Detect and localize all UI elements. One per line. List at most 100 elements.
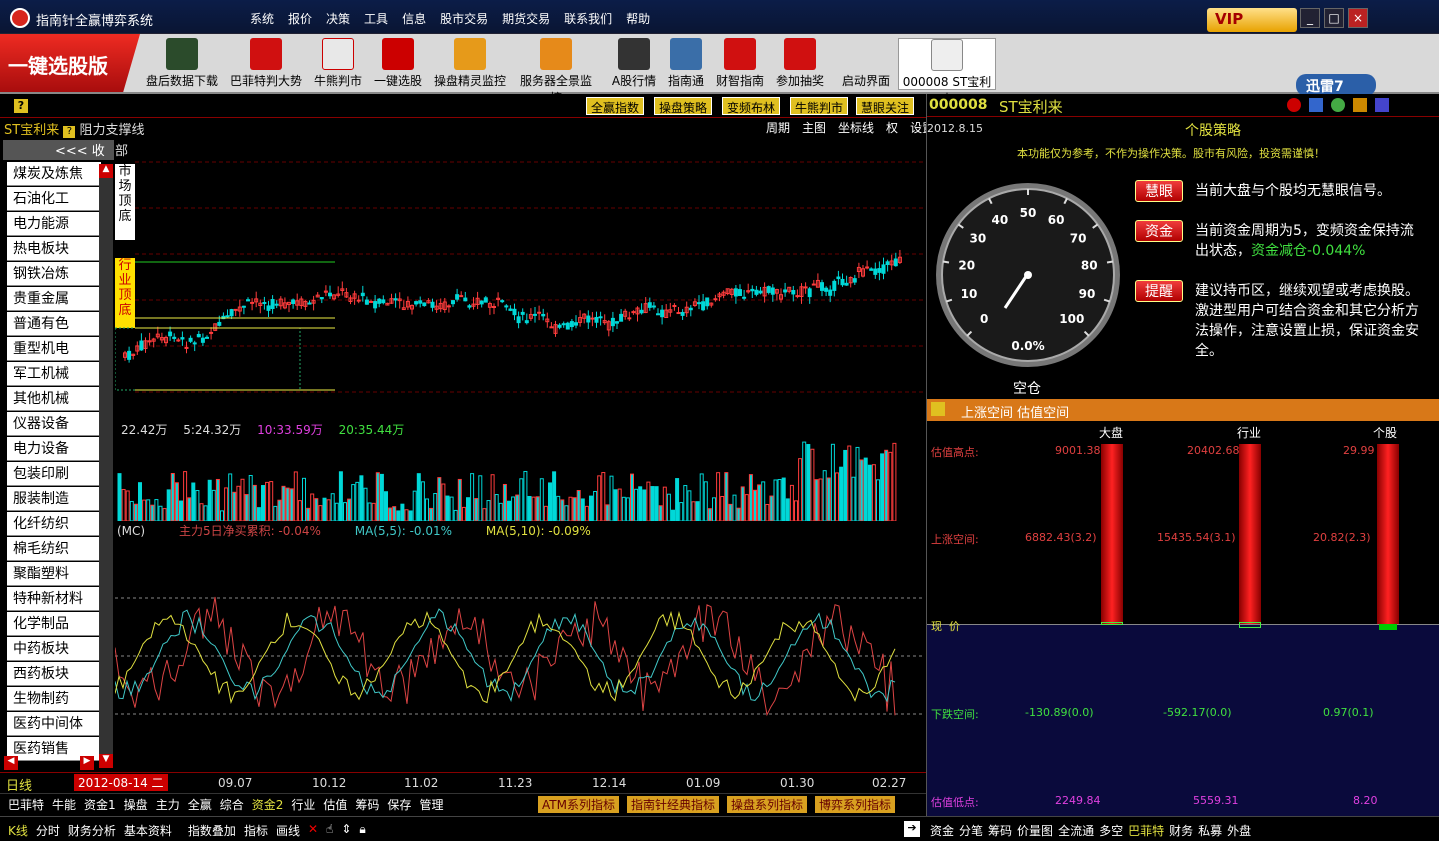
industry-item[interactable]: 服装制造 [7,487,101,511]
onekey-select-banner[interactable]: 一键选股版 [0,34,140,92]
scroll-up-icon[interactable]: ▲ [99,164,113,178]
tab-chips[interactable]: 筹码 [355,796,379,813]
industry-item[interactable]: 生物制药 [7,687,101,711]
industry-item[interactable]: 棉毛纺织 [7,537,101,561]
menu-help[interactable]: 帮助 [626,10,650,27]
trade-series-button[interactable]: 操盘系列指标 [726,796,807,813]
minimize-icon[interactable]: _ [1300,8,1320,28]
tab-bull[interactable]: 牛能 [52,796,76,813]
startup-tool[interactable]: 启动界面 [826,38,906,90]
industry-item[interactable]: 化纤纺织 [7,512,101,536]
tab-trade[interactable]: 操盘 [124,796,148,813]
industry-item[interactable]: 特种新材料 [7,587,101,611]
close-icon[interactable]: × [1348,8,1368,28]
play-icon[interactable] [1287,98,1301,112]
server-monitor-tool[interactable]: 服务器全景监控 [516,38,596,105]
industry-item[interactable]: 化学制品 [7,612,101,636]
menu-futures-trade[interactable]: 期货交易 [502,10,550,27]
capital-button[interactable]: 资金 [1135,220,1183,242]
vip-badge[interactable]: VIP [1207,8,1297,32]
status-longshort[interactable]: 多空 [1099,822,1123,839]
tab-overall[interactable]: 综合 [220,796,244,813]
status-float[interactable]: 全流通 [1058,822,1094,839]
menu-decision[interactable]: 决策 [326,10,350,27]
help-icon[interactable]: ? [14,99,28,113]
status-private[interactable]: 私募 [1198,822,1222,839]
status-capital[interactable]: 资金 [930,822,954,839]
menu-info[interactable]: 信息 [402,10,426,27]
collapse-button[interactable]: <<< 收起 [3,140,114,178]
industry-item[interactable]: 中药板块 [7,637,101,661]
status-chips[interactable]: 筹码 [988,822,1012,839]
reminder-button[interactable]: 提醒 [1135,280,1183,302]
scroll-down-icon[interactable]: ▼ [99,754,113,768]
trade-monitor-tool[interactable]: 操盘精灵监控 [430,38,510,90]
menu-tools[interactable]: 工具 [364,10,388,27]
strategy-btn-focus[interactable]: 慧眼关注 [856,97,915,115]
axis-control[interactable]: 坐标线 [838,119,874,136]
status-basic[interactable]: 基本资料 [124,822,172,839]
delete-icon[interactable]: ✕ [308,822,318,839]
stock-chart-tool[interactable]: 000008 ST宝利来 [898,38,996,106]
strategy-btn-allwin[interactable]: 全赢指数 [586,97,645,115]
strategy-btn-bollinger[interactable]: 变频布林 [722,97,781,115]
game-series-button[interactable]: 博弈系列指标 [815,796,896,813]
status-overlay[interactable]: 指数叠加 [188,822,236,839]
atm-series-button[interactable]: ATM系列指标 [538,796,619,813]
industry-item[interactable]: 电力能源 [7,212,101,236]
industry-item[interactable]: 聚酯塑料 [7,562,101,586]
expand-arrow-icon[interactable]: ➔ [904,821,920,837]
status-kline[interactable]: K线 [8,822,28,839]
tab-valuation[interactable]: 估值 [323,796,347,813]
status-indicator[interactable]: 指标 [244,822,268,839]
industry-item[interactable]: 军工机械 [7,362,101,386]
status-foreign[interactable]: 外盘 [1227,822,1251,839]
industry-item[interactable]: 西药板块 [7,662,101,686]
industry-item[interactable]: 其他机械 [7,387,101,411]
onekey-stock-tool[interactable]: 一键选股 [358,38,438,90]
menu-stock-trade[interactable]: 股市交易 [440,10,488,27]
buffett-tool[interactable]: 巴菲特判大势 [226,38,306,90]
classic-series-button[interactable]: 指南针经典指标 [626,796,719,813]
tab-buffett[interactable]: 巴菲特 [8,796,44,813]
status-draw[interactable]: 画线 [276,822,300,839]
industry-item[interactable]: 普通有色 [7,312,101,336]
tab-allwin[interactable]: 全赢 [188,796,212,813]
indicator-help-icon[interactable]: ? [63,126,76,138]
period-control[interactable]: 周期 [766,119,790,136]
industry-item[interactable]: 重型机电 [7,337,101,361]
rights-control[interactable]: 权 [886,119,898,136]
next-page-icon[interactable]: ▶ [80,756,94,770]
status-finance-r[interactable]: 财务 [1169,822,1193,839]
volume-chart[interactable] [115,437,925,521]
industry-item[interactable]: 煤炭及炼焦 [7,162,101,186]
capital-flow-chart[interactable] [115,538,925,770]
pie-icon[interactable] [1353,98,1367,112]
move-icon[interactable]: ⇕ [341,822,351,839]
bar-icon[interactable] [1375,98,1389,112]
main-chart-control[interactable]: 主图 [802,119,826,136]
candlestick-chart[interactable] [115,138,925,420]
huiyan-button[interactable]: 慧眼 [1135,180,1183,202]
prev-page-icon[interactable]: ◀ [4,756,18,770]
industry-item[interactable]: 钢铁冶炼 [7,262,101,286]
status-price-volume[interactable]: 价量图 [1017,822,1053,839]
status-timeshare[interactable]: 分时 [36,822,60,839]
period-label[interactable]: 日线 [6,775,32,794]
status-finance[interactable]: 财务分析 [68,822,116,839]
strategy-btn-trade[interactable]: 操盘策略 [654,97,713,115]
industry-item[interactable]: 仪器设备 [7,412,101,436]
strategy-btn-bullbear[interactable]: 牛熊判市 [790,97,849,115]
globe-icon[interactable] [1331,98,1345,112]
menu-system[interactable]: 系统 [250,10,274,27]
lock-icon[interactable]: 🔒︎ [359,822,365,839]
hand-icon[interactable]: ☝ [326,822,333,839]
tab-manage[interactable]: 管理 [419,796,443,813]
sidebar-scrollbar[interactable]: ▲ ▼ [99,164,113,768]
menu-contact[interactable]: 联系我们 [564,10,612,27]
tab-industry[interactable]: 行业 [291,796,315,813]
industry-item[interactable]: 包装印刷 [7,462,101,486]
tab-capital1[interactable]: 资金1 [84,796,116,813]
maximize-icon[interactable]: □ [1324,8,1344,28]
status-ticks[interactable]: 分笔 [959,822,983,839]
